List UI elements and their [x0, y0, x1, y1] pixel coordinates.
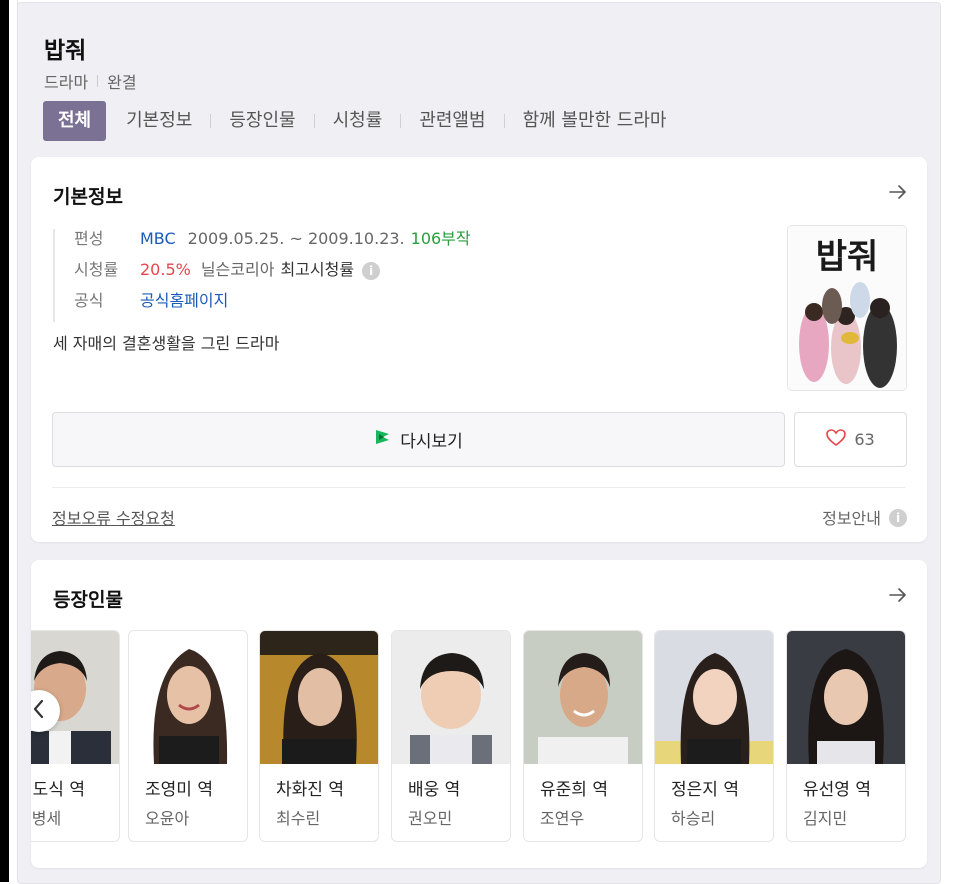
- info-icon[interactable]: i: [362, 262, 381, 280]
- drama-poster[interactable]: 밥줘: [787, 225, 907, 391]
- like-count: 63: [854, 430, 875, 449]
- cast-actor: 권오민: [408, 809, 453, 828]
- tab-cast[interactable]: 등장인물: [223, 101, 301, 141]
- rating-row: 시청률 20.5% 닐슨코리아 최고시청률 i: [74, 260, 471, 291]
- broadcast-row: 편성 MBC 2009.05.25. ~ 2009.10.23. 106부작: [74, 229, 471, 260]
- card-divider: [52, 487, 905, 488]
- drama-title: 밥줘: [44, 38, 87, 64]
- replay-button[interactable]: 다시보기: [52, 412, 785, 467]
- basic-info-title: 기본정보: [53, 186, 123, 208]
- episode-count[interactable]: 106부작: [411, 229, 471, 249]
- tab-divider: [503, 114, 505, 128]
- broadcast-label: 편성: [74, 229, 104, 248]
- drama-status: 완결: [107, 73, 137, 92]
- cast-role: 차화진 역: [276, 780, 344, 800]
- tab-divider: [210, 114, 212, 128]
- cast-actor: 오윤아: [145, 809, 190, 828]
- basic-info-card: 기본정보 편성 MBC 2009.05.25. ~ 2009.10.23. 10…: [31, 157, 927, 542]
- rating-source: 닐슨코리아: [200, 260, 275, 279]
- poster-title-text: 밥줘: [816, 237, 879, 277]
- chevron-left-icon: [32, 699, 46, 723]
- like-button[interactable]: 63: [794, 412, 907, 467]
- cast-photo: [260, 631, 378, 764]
- heart-icon: [826, 428, 847, 451]
- play-logo-icon: [374, 428, 392, 451]
- official-label: 공식: [74, 291, 104, 310]
- info-icon: i: [889, 509, 907, 527]
- cast-role: 조영미 역: [145, 780, 213, 800]
- cast-photo: [655, 631, 773, 764]
- drama-panel: 밥줘 드라마 완결 전체 기본정보 등장인물 시청률 관련앨범 함께 볼만한 드…: [17, 2, 941, 884]
- broadcast-period: 2009.05.25. ~ 2009.10.23.: [187, 229, 405, 248]
- cast-photo: [392, 631, 510, 764]
- rating-note: 최고시청률: [280, 260, 355, 279]
- arrow-right-icon[interactable]: [887, 181, 909, 203]
- cast-photo: [129, 631, 247, 764]
- cast-item[interactable]: 유준희 역 조연우: [523, 630, 643, 842]
- cast-item[interactable]: 정은지 역 하승리: [654, 630, 774, 842]
- cast-photo: [787, 631, 905, 764]
- cast-item[interactable]: 배웅 역 권오민: [391, 630, 511, 842]
- cast-item[interactable]: 배도식 역 김병세: [31, 630, 120, 842]
- cast-role: 유준희 역: [540, 780, 608, 800]
- cast-actor: 김병세: [31, 809, 62, 828]
- rating-label: 시청률: [74, 260, 119, 279]
- subtitle-divider: [97, 75, 99, 87]
- broadcaster-link[interactable]: MBC: [140, 229, 176, 249]
- cast-item[interactable]: 차화진 역 최수린: [259, 630, 379, 842]
- info-guide-button[interactable]: 정보안내 i: [822, 505, 907, 529]
- section-tabs: 전체 기본정보 등장인물 시청률 관련앨범 함께 볼만한 드라마: [43, 101, 673, 141]
- cast-role: 정은지 역: [671, 780, 739, 800]
- tab-albums[interactable]: 관련앨범: [413, 101, 491, 141]
- drama-subtitle: 드라마 완결: [44, 69, 137, 93]
- tab-divider: [400, 114, 402, 128]
- drama-category: 드라마: [44, 73, 89, 92]
- tab-basic-info[interactable]: 기본정보: [120, 101, 198, 141]
- cast-actor: 최수린: [276, 809, 321, 828]
- info-list: 편성 MBC 2009.05.25. ~ 2009.10.23. 106부작 시…: [53, 229, 471, 322]
- replay-label: 다시보기: [400, 432, 463, 452]
- arrow-right-icon[interactable]: [887, 584, 909, 606]
- official-homepage-link[interactable]: 공식홈페이지: [140, 291, 228, 311]
- tab-ratings[interactable]: 시청률: [327, 101, 389, 141]
- cast-title: 등장인물: [53, 589, 123, 611]
- rating-value: 20.5%: [140, 260, 191, 279]
- cast-actor: 하승리: [671, 809, 716, 828]
- cast-role: 배웅 역: [408, 780, 461, 800]
- left-edge-strip: [0, 0, 9, 882]
- info-guide-label: 정보안내: [822, 509, 881, 528]
- report-error-link[interactable]: 정보오류 수정요청: [52, 505, 175, 529]
- cast-item[interactable]: 조영미 역 오윤아: [128, 630, 248, 842]
- tab-divider: [313, 114, 315, 128]
- drama-description: 세 자매의 결혼생활을 그린 드라마: [53, 334, 280, 353]
- cast-card-section: 등장인물 배도식 역 김병세: [31, 560, 927, 868]
- official-row: 공식 공식홈페이지: [74, 291, 471, 322]
- cast-carousel: 배도식 역 김병세 조영미 역 오윤아: [31, 630, 927, 842]
- cast-role: 배도식 역: [31, 780, 85, 800]
- tab-related-dramas[interactable]: 함께 볼만한 드라마: [517, 101, 673, 141]
- tab-all[interactable]: 전체: [43, 101, 107, 141]
- cast-actor: 조연우: [540, 809, 585, 828]
- cast-photo: [524, 631, 642, 764]
- cast-actor: 김지민: [803, 809, 848, 828]
- cast-role: 유선영 역: [803, 780, 871, 800]
- cast-item[interactable]: 유선영 역 김지민: [786, 630, 906, 842]
